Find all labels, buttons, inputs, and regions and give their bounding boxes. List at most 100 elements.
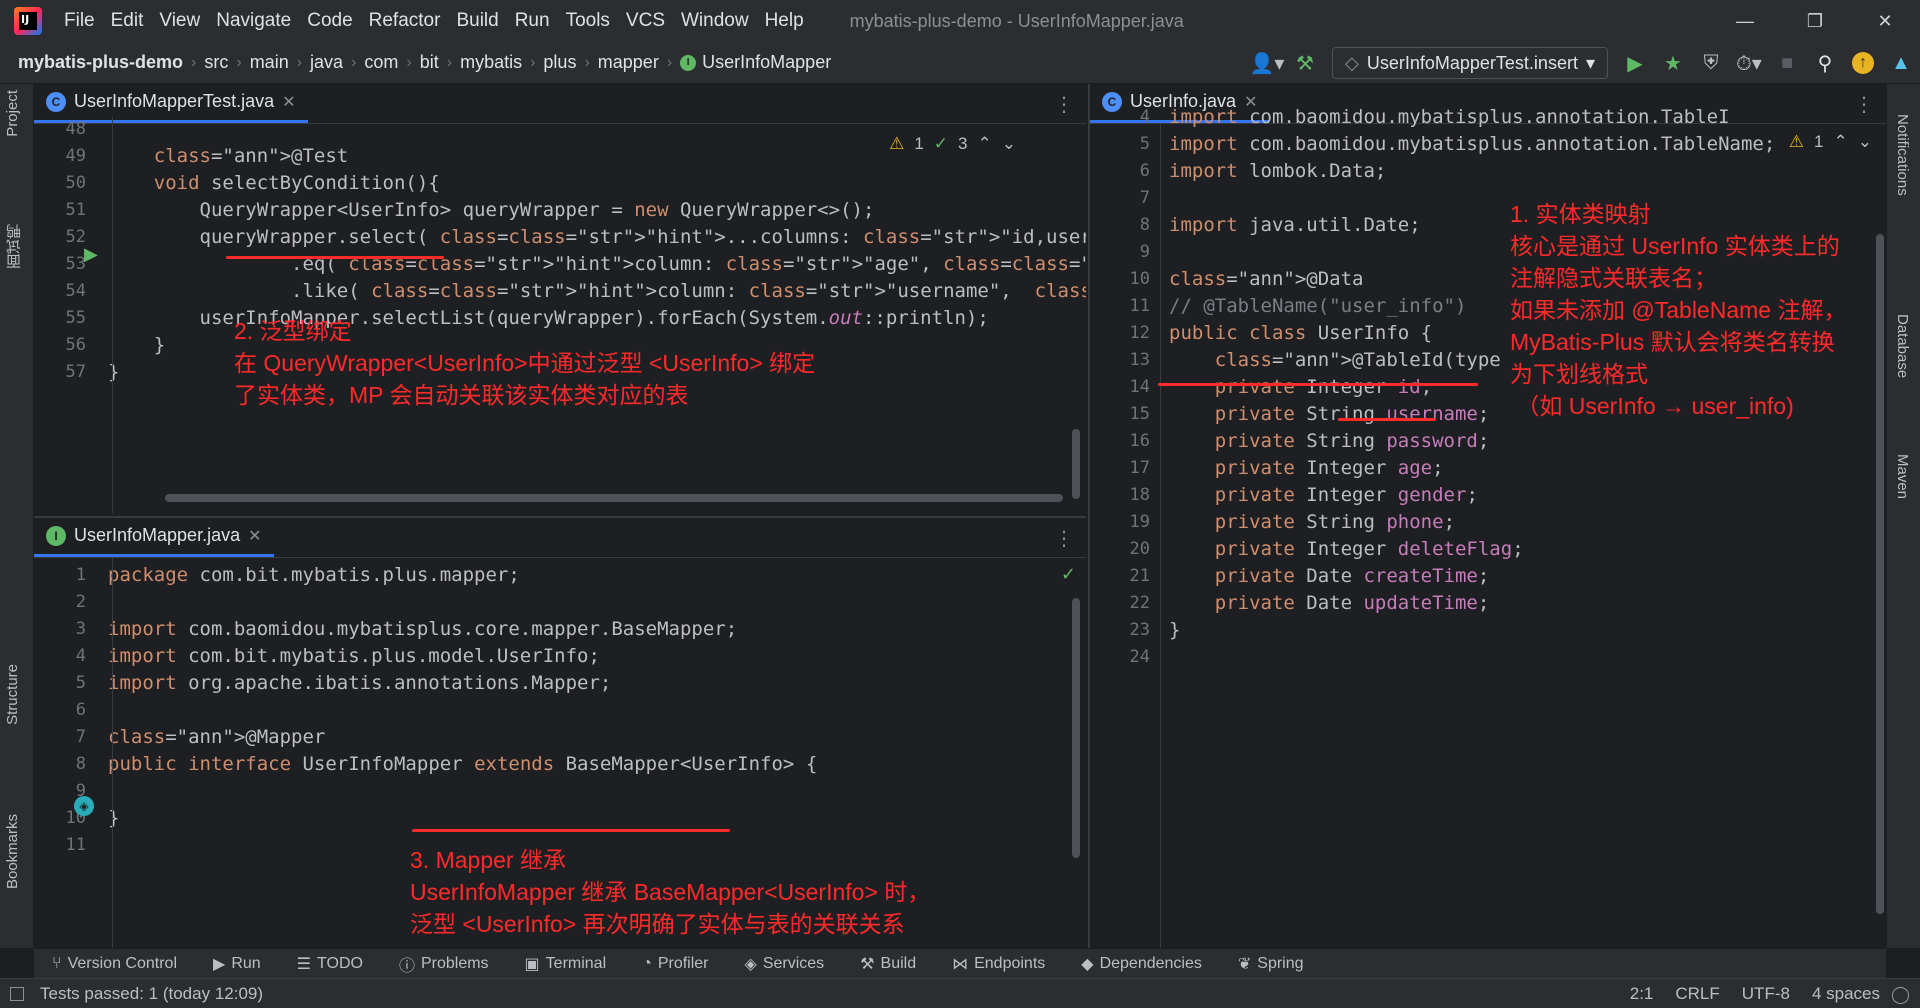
stop-icon[interactable]: ■ — [1768, 44, 1806, 82]
database-tool-tab[interactable]: Database — [1894, 314, 1911, 378]
toggle-panel-icon[interactable] — [10, 987, 24, 1001]
breadcrumb-item[interactable]: java — [310, 52, 343, 73]
horizontal-scrollbar[interactable] — [165, 494, 1063, 502]
line-separator[interactable]: CRLF — [1675, 984, 1719, 1004]
tool-window-run[interactable]: ▶ Run — [195, 954, 279, 974]
run-gutter-icon[interactable]: ▶ — [84, 244, 98, 265]
breadcrumb-item[interactable]: src — [204, 52, 228, 73]
menu-build[interactable]: Build — [448, 10, 506, 32]
vertical-scrollbar[interactable] — [1072, 429, 1080, 499]
menu-refactor[interactable]: Refactor — [361, 10, 449, 32]
menu-code[interactable]: Code — [299, 10, 360, 32]
menu-navigate[interactable]: Navigate — [208, 10, 299, 32]
breadcrumb-label: main — [249, 52, 289, 72]
code-text: // @TableName("user_info") — [1169, 294, 1467, 317]
tool-window-services[interactable]: ◈ Services — [727, 954, 843, 974]
note-mapper-inheritance: 3. Mapper 继承 UserInfoMapper 继承 BaseMappe… — [410, 847, 931, 937]
right-tool-strip: Notifications Database Maven — [1886, 84, 1920, 948]
menu-edit[interactable]: Edit — [103, 10, 152, 32]
editor-mapper[interactable]: I UserInfoMapper.java ✕ ⋮ ✓ 1 package com… — [34, 516, 1086, 948]
more-icon[interactable]: ⋮ — [1054, 526, 1074, 551]
tool-window-todo[interactable]: ☰ TODO — [279, 954, 381, 974]
interview-tool-tab[interactable]: 面试鸭 — [4, 224, 25, 269]
maven-tool-tab[interactable]: Maven — [1894, 454, 1911, 499]
menu-run[interactable]: Run — [507, 10, 558, 32]
left-tool-strip: Project 面试鸭 Structure Bookmarks — [0, 84, 34, 948]
code-text: import com.bit.mybatis.plus.model.UserIn… — [108, 644, 600, 667]
menu-help[interactable]: Help — [757, 10, 812, 32]
close-tab-icon[interactable]: ✕ — [248, 526, 261, 546]
code-text: private String username; — [1214, 402, 1490, 425]
line-number: 4 — [75, 645, 86, 666]
tool-window-label: Version Control — [67, 954, 177, 972]
breadcrumb-item[interactable]: main — [250, 52, 289, 73]
breadcrumb-item[interactable]: mapper — [598, 52, 659, 73]
line-number: 16 — [1129, 430, 1150, 451]
status-message[interactable]: Tests passed: 1 (today 12:09) — [40, 984, 263, 1004]
menu-vcs[interactable]: VCS — [618, 10, 673, 32]
menu-view[interactable]: View — [151, 10, 208, 32]
debug-icon[interactable]: ★ — [1654, 44, 1692, 82]
tool-window-terminal[interactable]: ▣ Terminal — [507, 954, 625, 974]
project-tool-tab[interactable]: Project — [4, 90, 21, 137]
interface-icon: I — [680, 54, 697, 71]
caret-position[interactable]: 2:1 — [1630, 984, 1654, 1004]
coverage-icon[interactable]: ⛨ — [1692, 44, 1730, 82]
indent-setting[interactable]: 4 spaces — [1812, 984, 1880, 1004]
line-number: 5 — [1139, 133, 1150, 154]
run-config-dropdown[interactable]: ◇ UserInfoMapperTest.insert ▾ — [1332, 47, 1608, 79]
tool-window-version-control[interactable]: ⑂ Version Control — [34, 955, 195, 973]
editor-test[interactable]: C UserInfoMapperTest.java ✕ ⋮ ⚠ 1 ✓ 3 ⌃ ⌄ 4… — [34, 84, 1086, 516]
tool-window-dependencies[interactable]: ◆ Dependencies — [1063, 954, 1220, 974]
user-icon[interactable]: 👤▾ — [1248, 44, 1286, 82]
breadcrumb-label: plus — [543, 52, 577, 72]
tool-window-spring[interactable]: ❦ Spring — [1220, 954, 1322, 974]
bookmarks-tool-tab[interactable]: Bookmarks — [4, 814, 21, 889]
jetbrains-ai-icon[interactable]: ▲ — [1882, 44, 1920, 82]
breadcrumb-item[interactable]: I UserInfoMapper — [680, 52, 831, 73]
breadcrumb-item[interactable]: plus — [543, 52, 576, 73]
structure-tool-tab[interactable]: Structure — [4, 664, 21, 725]
restore-icon[interactable]: ❐ — [1780, 0, 1850, 42]
search-icon[interactable]: ⚲ — [1806, 44, 1844, 82]
menu-tools[interactable]: Tools — [558, 10, 618, 32]
tool-window-label: Profiler — [657, 954, 709, 972]
intellij-logo-icon[interactable]: IJ — [14, 7, 42, 35]
tool-window-problems[interactable]: ⓘ Problems — [381, 952, 507, 976]
file-encoding[interactable]: UTF-8 — [1742, 984, 1790, 1004]
run-config-icon: ◇ — [1345, 52, 1359, 73]
run-icon[interactable]: ▶ — [1616, 44, 1654, 82]
build-hammer-icon[interactable]: ⚒ — [1286, 44, 1324, 82]
tool-window-build[interactable]: ⚒ Build — [842, 954, 934, 974]
code-text: public class UserInfo { — [1169, 321, 1433, 344]
line-number: 20 — [1129, 538, 1150, 559]
tool-window-profiler[interactable]: ◔ Profiler — [624, 955, 726, 973]
breadcrumb-item[interactable]: mybatis — [460, 52, 522, 73]
editor-entity[interactable]: C UserInfo.java ✕ ⋮ ⚠ 1 ⌃ ⌄ 4 import com.ba… — [1088, 84, 1886, 948]
vertical-scrollbar[interactable] — [1876, 234, 1884, 914]
code-text: private String password; — [1214, 429, 1490, 452]
menu-file[interactable]: File — [56, 10, 103, 32]
close-icon[interactable]: ✕ — [1850, 0, 1920, 42]
code-line[interactable]: 24 — [1090, 640, 1886, 673]
breadcrumb-item[interactable]: mybatis-plus-demo — [18, 52, 183, 73]
notifications-tool-tab[interactable]: Notifications — [1894, 114, 1911, 196]
update-icon[interactable]: ↑ — [1844, 44, 1882, 82]
code-text: QueryWrapper<UserInfo> queryWrapper = ne… — [108, 198, 875, 221]
tab-userinfomapper[interactable]: I UserInfoMapper.java ✕ — [34, 518, 274, 557]
line-number: 18 — [1129, 484, 1150, 505]
minimize-icon[interactable]: — — [1710, 0, 1780, 42]
mybatis-gutter-icon[interactable]: ◈ — [74, 796, 94, 816]
line-number: 21 — [1129, 565, 1150, 586]
line-number: 9 — [1139, 241, 1150, 262]
lock-icon[interactable]: ◯ — [1891, 985, 1910, 1005]
run-config-label: UserInfoMapperTest.insert — [1366, 52, 1578, 73]
menu-window[interactable]: Window — [673, 10, 757, 32]
breadcrumb-item[interactable]: com — [364, 52, 398, 73]
profile-icon[interactable]: ⏱▾ — [1730, 44, 1768, 82]
tool-window-endpoints[interactable]: ⋈ Endpoints — [934, 954, 1063, 974]
close-tab-icon[interactable]: ✕ — [282, 92, 295, 112]
breadcrumb-item[interactable]: bit — [420, 52, 439, 73]
code-text: public interface UserInfoMapper extends … — [108, 752, 818, 775]
vertical-scrollbar[interactable] — [1072, 598, 1080, 858]
